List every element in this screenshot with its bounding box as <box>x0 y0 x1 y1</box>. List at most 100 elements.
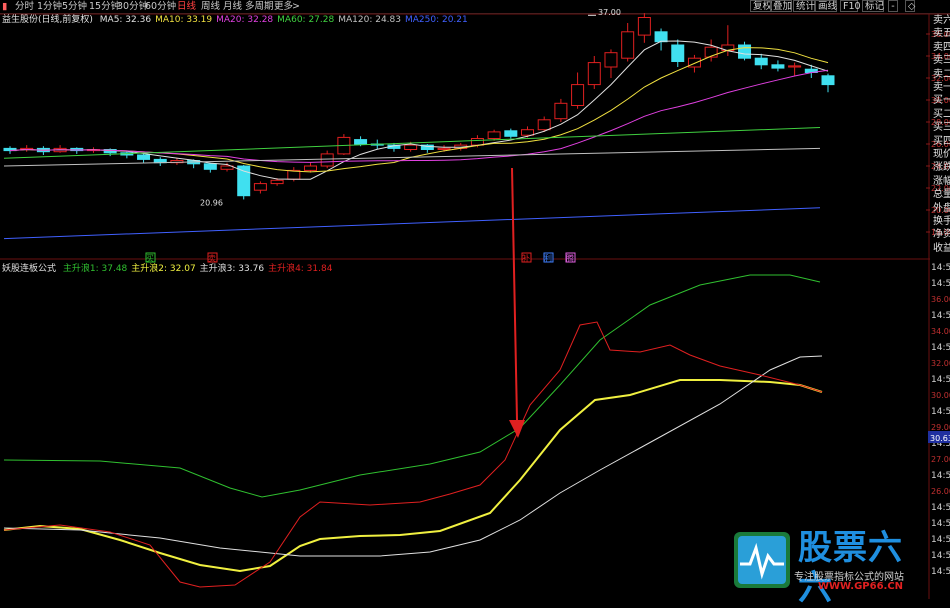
stock-title: 益生股份(日线,前复权) <box>2 15 93 25</box>
signal-marker-3: 利 <box>544 253 552 263</box>
signal-marker-2: 补 <box>522 253 530 263</box>
candle-body <box>654 31 668 43</box>
candle-body <box>320 153 334 167</box>
wave2-line <box>3 379 823 573</box>
wave4-line <box>3 321 823 588</box>
side-panel-item-0[interactable]: 卖六 <box>933 14 950 27</box>
wave-legend-item-3: 主升浪4: 31.84 <box>268 264 333 274</box>
side-panel-item-2[interactable]: 卖四 <box>933 41 950 54</box>
indicator-axis-label-6: 32.00 <box>931 359 950 368</box>
peak-price-label: 37.00 <box>598 8 621 17</box>
logo-url: WWW.GP66.CN <box>818 581 904 592</box>
indicator-axis-label-3: 14:5 <box>931 311 950 321</box>
candle-body <box>203 163 217 170</box>
ma-legend-item-1: MA10: 33.19 <box>155 15 213 25</box>
side-panel-item-14[interactable]: 外盘 <box>933 202 950 215</box>
candle-body <box>788 65 802 68</box>
candle-body <box>521 129 535 136</box>
candle-body <box>404 144 418 151</box>
side-panel-item-8[interactable]: 买三 <box>933 121 950 134</box>
candle-body <box>587 62 601 86</box>
candle-body <box>504 130 518 137</box>
side-panel-item-6[interactable]: 买一 <box>933 94 950 107</box>
candle-body <box>604 52 618 68</box>
candle-body <box>487 131 501 139</box>
candle-body <box>237 165 251 197</box>
side-panel-item-16[interactable]: 净资 <box>933 228 950 241</box>
wave-legend-item-1: 主升浪2: 32.07 <box>131 264 196 274</box>
ma60-line <box>3 127 821 159</box>
ma-legend-item-5: MA250: 20.21 <box>404 15 468 25</box>
ma5-line <box>9 40 829 180</box>
indicator-axis-label-1: 14:5 <box>931 279 950 289</box>
side-panel-item-10[interactable]: 现价 <box>933 148 950 161</box>
ma-legend-item-4: MA120: 24.83 <box>338 15 401 25</box>
indicator-axis-label-12: 27.00 <box>931 455 950 464</box>
price-legend: 益生股份(日线,前复权) MA5: 32.36 MA10: 33.19 MA20: … <box>2 14 472 26</box>
side-panel-item-9[interactable]: 买四 <box>933 135 950 148</box>
wave3-line <box>3 355 823 557</box>
side-panel-item-5[interactable]: 卖一 <box>933 81 950 94</box>
site-logo: 股票六六 专注股票指标公式的网站 WWW.GP66.CN <box>732 528 932 608</box>
side-panel-item-17[interactable]: 收益 <box>933 242 950 255</box>
indicator-axis-label-4: 34.00 <box>931 327 950 336</box>
candle-body <box>137 154 151 160</box>
indicator-title: 妖股连板公式 <box>2 264 57 274</box>
indicator-axis-label-19: 14:5 <box>931 567 950 577</box>
candle-body <box>270 179 284 185</box>
indicator-axis-label-0: 14:5 <box>931 263 950 273</box>
candle-body <box>671 44 685 62</box>
indicator-axis-label-15: 14:5 <box>931 503 950 513</box>
ma20-line <box>9 69 829 163</box>
candle-body <box>537 119 551 131</box>
indicator-axis-label-18: 14:5 <box>931 551 950 561</box>
ma-legend-item-2: MA20: 32.28 <box>216 15 274 25</box>
signal-marker-4: 腾 <box>566 253 574 263</box>
candle-body <box>821 75 835 86</box>
candle-body <box>771 64 785 69</box>
kline-chart[interactable]: 37.0020.96买卖补利腾 36.0034.0032.0030.0028.0… <box>0 0 950 599</box>
indicator-axis-label-10: 29.00 <box>931 423 950 432</box>
indicator-axis-label-13: 14:5 <box>931 471 950 481</box>
candle-body <box>754 57 768 66</box>
indicator-legend: 妖股连板公式 主升浪1: 37.48 主升浪2: 32.07 主升浪3: 33.76… <box>2 263 336 275</box>
candle-body <box>738 44 752 59</box>
signal-marker-0: 买 <box>146 254 154 263</box>
candle-body <box>621 31 635 59</box>
indicator-axis-label-7: 14:5 <box>931 375 950 385</box>
side-panel-item-12[interactable]: 涨幅 <box>933 175 950 188</box>
signal-arrow-shaft <box>511 167 518 421</box>
side-panel-item-11[interactable]: 涨跌 <box>933 161 950 174</box>
candle-body <box>354 139 368 145</box>
indicator-axis-label-8: 30.00 <box>931 391 950 400</box>
wave1-line <box>3 274 821 498</box>
signal-marker-1: 卖 <box>208 254 216 263</box>
current-value-label: 30.63 <box>930 434 950 443</box>
candle-body <box>554 102 568 120</box>
wave-legend-item-0: 主升浪1: 37.48 <box>62 264 128 274</box>
candle-body <box>253 183 267 191</box>
candle-body <box>470 138 484 146</box>
indicator-axis-label-5: 14:5 <box>931 343 950 353</box>
side-panel-item-1[interactable]: 卖五 <box>933 27 950 40</box>
side-panel-item-4[interactable]: 卖二 <box>933 68 950 81</box>
side-panel-item-3[interactable]: 卖三 <box>933 54 950 67</box>
ma-legend-item-0: MA5: 32.36 <box>99 15 152 25</box>
side-panel-item-15[interactable]: 换手 <box>933 215 950 228</box>
low-price-label: 20.96 <box>200 199 223 208</box>
indicator-axis-label-16: 14:5 <box>931 519 950 529</box>
indicator-axis-label-14: 26.00 <box>931 487 950 496</box>
side-panel-item-7[interactable]: 买二 <box>933 108 950 121</box>
candle-body <box>437 147 451 150</box>
candle-body <box>303 165 317 171</box>
side-panel-item-13[interactable]: 总量 <box>933 188 950 201</box>
candle-body <box>571 84 585 106</box>
ma250-line <box>3 207 821 240</box>
candle-body <box>637 17 651 36</box>
ma-legend-item-3: MA60: 27.28 <box>277 15 335 25</box>
signal-arrow-head-icon <box>509 420 525 438</box>
wave-legend-item-2: 主升浪3: 33.76 <box>199 264 265 274</box>
indicator-axis-label-9: 14:5 <box>931 407 950 417</box>
indicator-axis-label-2: 36.00 <box>931 295 950 304</box>
indicator-axis-label-17: 14:5 <box>931 535 950 545</box>
